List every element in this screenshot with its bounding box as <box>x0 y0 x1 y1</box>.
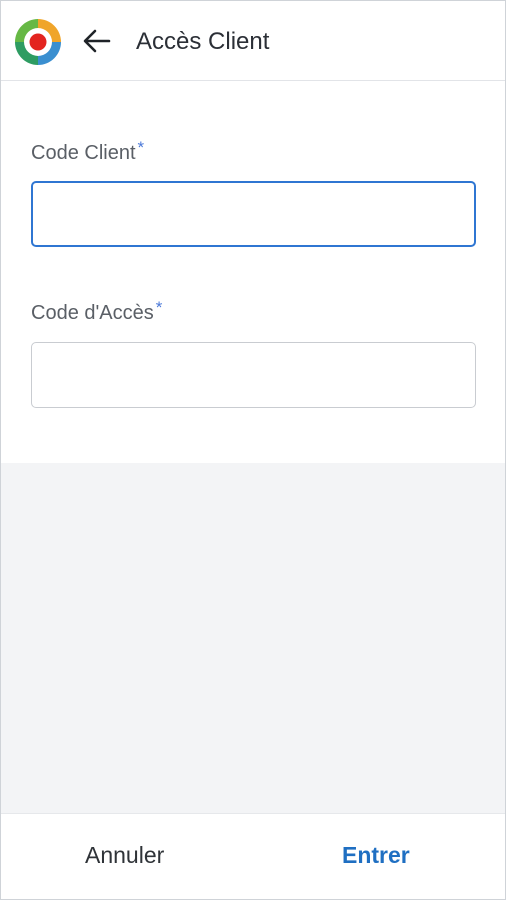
code-client-label: Code Client * <box>31 138 145 166</box>
app-window: Accès Client Code Client * Code d'Accès * … <box>0 0 506 900</box>
back-button[interactable] <box>81 27 113 55</box>
code-acces-label: Code d'Accès * <box>31 298 163 326</box>
login-form: Code Client * Code d'Accès * <box>1 81 505 463</box>
cancel-button[interactable]: Annuler <box>85 840 164 870</box>
code-client-input[interactable] <box>31 181 476 247</box>
enter-button[interactable]: Entrer <box>342 840 410 870</box>
footer-bar: Annuler Entrer <box>1 813 505 899</box>
header-bar: Accès Client <box>1 1 505 81</box>
required-mark: * <box>155 298 163 317</box>
code-client-label-text: Code Client <box>31 142 136 164</box>
code-acces-input[interactable] <box>31 342 476 408</box>
code-acces-label-text: Code d'Accès <box>31 302 154 324</box>
page-title: Accès Client <box>136 28 270 55</box>
app-logo-icon <box>15 19 61 65</box>
required-mark: * <box>137 138 145 157</box>
arrow-left-icon <box>83 29 111 53</box>
